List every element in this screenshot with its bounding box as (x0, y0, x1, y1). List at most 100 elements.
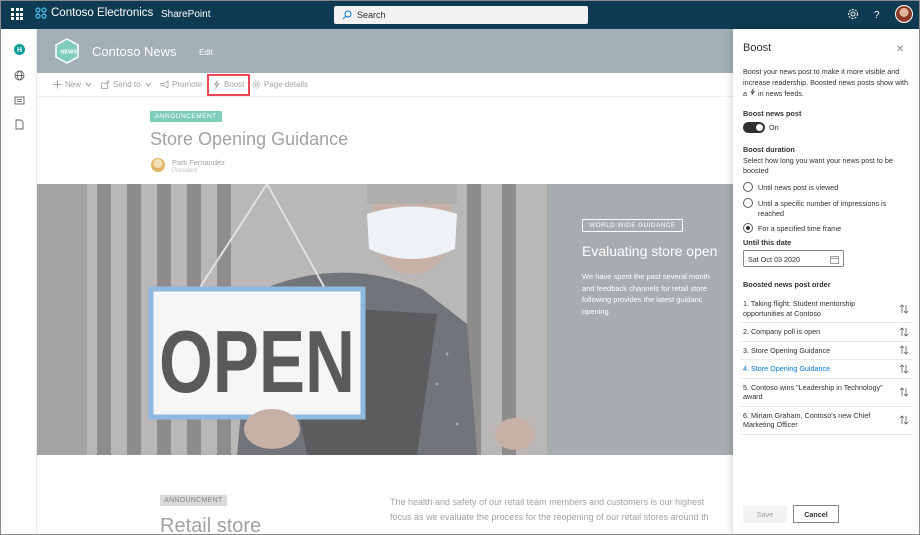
order-item-text: 4. Store Opening Guidance (743, 364, 831, 373)
side-title[interactable]: Evaluating store open (582, 243, 733, 259)
reorder-icon[interactable] (899, 364, 909, 374)
side-body-line: following provides the latest guidanc (582, 295, 703, 304)
page-title: Store Opening Guidance (150, 129, 349, 149)
site-logo-text: NEWS (61, 50, 78, 56)
chevron-down-icon (145, 82, 151, 87)
chevron-down-icon (85, 82, 92, 87)
order-item[interactable]: 1. Taking flight: Student mentorship opp… (740, 295, 912, 323)
boost-panel: Boost ✕ Boost your news post to make it … (733, 29, 919, 534)
hero-image: OPEN (37, 184, 547, 455)
order-item-current[interactable]: 4. Store Opening Guidance (740, 360, 912, 379)
site-header: NEWS Contoso News Edit (37, 29, 733, 73)
svg-text:?: ? (874, 10, 880, 20)
author-avatar[interactable] (151, 158, 165, 172)
save-button[interactable]: Save (743, 506, 787, 523)
new-button[interactable]: New (53, 80, 93, 89)
boost-toggle[interactable] (743, 122, 765, 133)
promote-button[interactable]: Promote (160, 80, 202, 89)
close-icon[interactable]: ✕ (896, 44, 904, 55)
app-launcher-icon[interactable] (11, 8, 23, 20)
author-name[interactable]: Patti Fernandez (172, 158, 225, 167)
org-brand[interactable]: Contoso Electronics (35, 7, 153, 19)
section-badge: ANNOUNCMENT (160, 495, 227, 506)
news-icon[interactable] (14, 95, 25, 106)
order-list: 1. Taking flight: Student mentorship opp… (740, 295, 912, 435)
section-body-line: The health and safety of our retail team… (390, 497, 705, 507)
org-name: Contoso Electronics (51, 7, 154, 19)
order-item[interactable]: 6. Miriam Graham, Contoso's new Chief Ma… (740, 407, 912, 435)
radio-until-viewed[interactable]: Until news post is viewed (743, 182, 913, 193)
date-picker[interactable]: Sat Oct 03 2020 (743, 250, 844, 267)
reorder-icon[interactable] (899, 387, 909, 397)
command-bar: New Send to Promote Boost Page details (37, 73, 733, 97)
help-icon[interactable]: ? (871, 8, 883, 20)
panel-description: Boost your news post to make it more vis… (743, 67, 911, 100)
author-role: President (172, 168, 198, 174)
calendar-icon[interactable] (830, 255, 839, 264)
share-icon (101, 80, 110, 89)
settings-icon[interactable] (847, 8, 859, 20)
open-sign-text: OPEN (159, 312, 355, 411)
suite-bar: Contoso Electronics SharePoint Search ? (1, 1, 919, 29)
reorder-icon[interactable] (899, 415, 909, 425)
send-to-button[interactable]: Send to (101, 80, 153, 89)
send-to-label: Send to (113, 80, 141, 89)
panel-description-end: in news feeds. (758, 89, 804, 98)
search-icon (342, 10, 352, 20)
suite-actions: ? (847, 5, 913, 23)
duration-description: Select how long you want your news post … (743, 156, 893, 175)
globe-icon[interactable] (14, 70, 25, 81)
order-item[interactable]: 2. Company poll is open (740, 323, 912, 342)
radio-label: For a specified time frame (758, 224, 842, 233)
side-body: We have spent the past several month and… (582, 271, 733, 319)
app-rail: H (1, 29, 37, 534)
reorder-icon[interactable] (899, 345, 909, 355)
gear-icon (252, 80, 261, 89)
boost-highlight (207, 74, 250, 96)
radio-label: Until a specific number of impressions i… (758, 199, 887, 218)
order-item-text: 1. Taking flight: Student mentorship opp… (743, 299, 856, 318)
radio-circle-selected[interactable] (743, 223, 753, 233)
panel-title: Boost (743, 42, 772, 54)
article-badge: ANNOUNCEMENT (150, 111, 222, 122)
cancel-button[interactable]: Cancel (793, 505, 839, 523)
section-body-line: focus as we evaluate the process for the… (390, 512, 709, 522)
search-input[interactable]: Search (334, 6, 588, 24)
megaphone-icon (160, 80, 169, 89)
reorder-icon[interactable] (899, 327, 909, 337)
section-title: Retail store (160, 515, 262, 535)
radio-circle[interactable] (743, 198, 753, 208)
page-details-label: Page details (264, 80, 309, 89)
app-name[interactable]: SharePoint (161, 9, 210, 20)
site-logo-icon[interactable]: NEWS (54, 38, 80, 64)
site-title[interactable]: Contoso News (92, 44, 177, 59)
side-body-line: opening. (582, 306, 611, 316)
side-body-line: and feedback channels for retail store (582, 283, 708, 293)
order-item[interactable]: 3. Store Opening Guidance (740, 342, 912, 360)
reorder-icon[interactable] (899, 303, 909, 314)
plus-icon (53, 80, 62, 89)
boost-toggle-state: On (769, 123, 779, 132)
window-frame: Contoso Electronics SharePoint Search ? … (0, 0, 920, 535)
user-avatar[interactable] (895, 5, 913, 23)
radio-until-impressions[interactable]: Until a specific number of impressions i… (743, 198, 913, 218)
until-date-label: Until this date (743, 238, 792, 247)
side-badge: WORLD WIDE GUIDANCE (582, 219, 683, 232)
radio-time-frame[interactable]: For a specified time frame (743, 223, 913, 234)
svg-text:H: H (17, 47, 22, 54)
section-body: The health and safety of our retail team… (390, 495, 733, 525)
home-icon[interactable]: H (14, 44, 25, 55)
edit-link[interactable]: Edit (199, 48, 213, 57)
radio-circle[interactable] (743, 182, 753, 192)
order-item-text: 5. Contoso wins "Leadership in Technolog… (743, 382, 883, 402)
duration-label: Boost duration (743, 145, 795, 154)
promote-label: Promote (172, 80, 203, 89)
order-item-text: 2. Company poll is open (743, 327, 821, 336)
order-item-text: 6. Miriam Graham, Contoso's new Chief Ma… (743, 410, 871, 430)
new-label: New (65, 80, 82, 89)
side-body-line: We have spent the past several month (582, 272, 710, 281)
page-details-button[interactable]: Page details (252, 80, 308, 89)
document-icon[interactable] (14, 119, 25, 130)
order-item[interactable]: 5. Contoso wins "Leadership in Technolog… (740, 379, 912, 407)
search-placeholder: Search (357, 10, 386, 20)
